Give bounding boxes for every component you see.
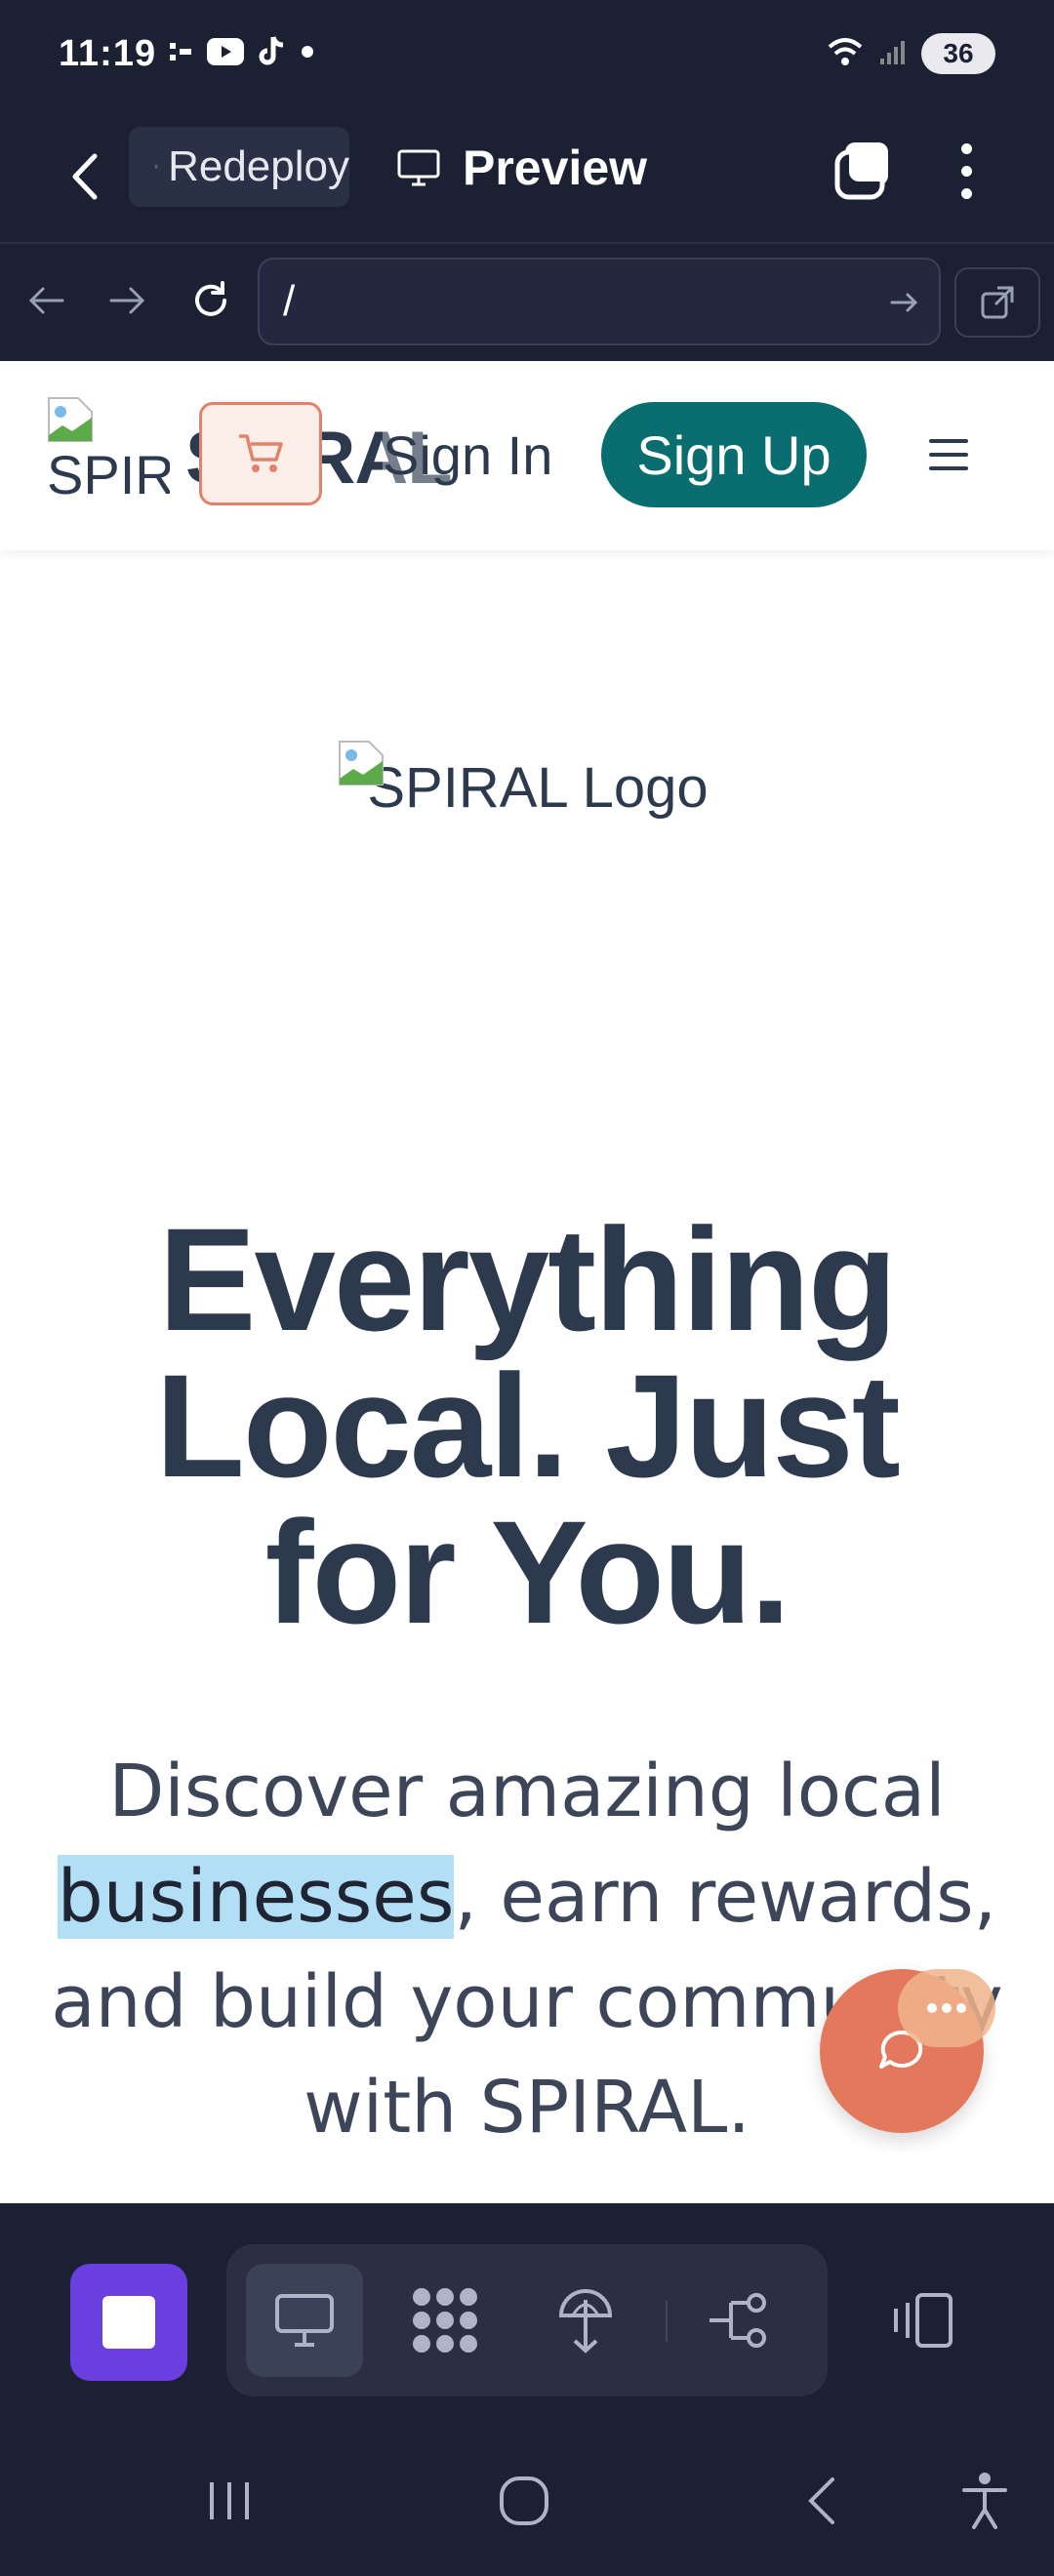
home-button[interactable]	[480, 2457, 568, 2545]
desktop-view-button[interactable]	[246, 2264, 363, 2377]
menu-line	[929, 453, 968, 457]
dot-icon	[960, 165, 972, 177]
redeploy-chip[interactable]: Redeploy	[129, 127, 349, 207]
chat-typing-bubble[interactable]	[898, 1969, 995, 2047]
status-notification-icons	[168, 35, 314, 73]
app-square-button[interactable]	[70, 2264, 187, 2381]
menu-line	[929, 466, 968, 470]
reload-button[interactable]	[182, 271, 240, 330]
share-flow-icon	[709, 2293, 766, 2348]
arrow-right-icon	[890, 293, 918, 312]
app-bar: Redeploy Preview	[0, 113, 1054, 240]
menu-line	[929, 439, 968, 443]
back-button[interactable]	[57, 142, 111, 211]
arrow-right-icon	[109, 287, 145, 314]
broken-image-icon	[339, 741, 384, 785]
headline-line: Everything	[158, 1197, 897, 1361]
browser-forward-button[interactable]	[98, 271, 156, 330]
redeploy-label: Redeploy	[168, 142, 349, 190]
monitor-icon	[397, 149, 440, 186]
view-mode-group	[226, 2244, 828, 2396]
status-time: 11:19	[59, 33, 157, 74]
system-back-button[interactable]	[777, 2457, 865, 2545]
tiktok-icon	[258, 35, 287, 73]
sign-in-link[interactable]: Sign In	[383, 423, 553, 487]
external-link-icon	[981, 286, 1014, 319]
chevron-left-icon	[72, 153, 98, 200]
accessibility-icon	[962, 2473, 1007, 2529]
open-external-button[interactable]	[954, 267, 1040, 338]
arrow-left-icon	[28, 287, 64, 314]
battery-indicator: 36	[921, 33, 995, 74]
highlighted-word: businesses	[57, 1855, 455, 1939]
deploy-button[interactable]	[527, 2264, 644, 2377]
sign-up-button[interactable]: Sign Up	[601, 402, 867, 507]
recent-apps-button[interactable]	[185, 2457, 273, 2545]
hero-headline: Everything Local. Just for You.	[59, 1206, 995, 1645]
grid-view-button[interactable]	[386, 2264, 504, 2377]
chevron-left-icon	[808, 2477, 834, 2524]
dot-icon	[301, 45, 314, 63]
desktop-icon	[275, 2294, 334, 2347]
subtext-start: Discover amazing local	[108, 1750, 946, 1833]
recent-apps-icon	[210, 2482, 249, 2519]
broken-image-icon	[48, 397, 93, 442]
bottom-toolbar	[0, 2203, 1054, 2426]
status-bar: 11:19 36	[0, 0, 1054, 113]
battery-level: 36	[943, 38, 974, 68]
site-header: SPIRAL SPIRAL Sign In Sign Up	[0, 361, 1054, 550]
system-navigation-bar	[0, 2418, 1054, 2576]
share-flow-button[interactable]	[681, 2264, 798, 2377]
tab-preview[interactable]: Preview	[396, 133, 647, 203]
device-toggle-icon	[894, 2293, 953, 2348]
tabs-button[interactable]	[830, 137, 898, 205]
device-toggle-button[interactable]	[884, 2281, 962, 2359]
dot-icon	[960, 187, 972, 199]
site-logo-alt: SPIRAL	[47, 444, 170, 505]
grid-icon	[413, 2288, 477, 2353]
tabs-icon	[834, 142, 888, 200]
home-icon	[500, 2476, 548, 2525]
deploy-icon	[558, 2289, 613, 2354]
cart-button[interactable]	[199, 402, 322, 505]
browser-back-button[interactable]	[18, 271, 76, 330]
cart-icon	[239, 434, 283, 472]
deploy-icon	[154, 164, 158, 170]
headline-line: Local. Just	[155, 1344, 901, 1508]
dot-icon	[960, 142, 972, 154]
url-text: /	[283, 277, 296, 325]
screen-record-icon	[168, 39, 193, 69]
hero-logo-alt: SPIRAL Logo	[367, 756, 709, 820]
site-logo[interactable]: SPIRAL	[47, 396, 170, 513]
url-input[interactable]: /	[258, 258, 941, 345]
hamburger-menu-button[interactable]	[929, 439, 968, 470]
status-system-icons: 36	[826, 33, 995, 74]
accessibility-button[interactable]	[941, 2457, 1029, 2545]
more-options-button[interactable]	[941, 137, 992, 205]
go-button[interactable]	[888, 281, 921, 330]
typing-dots-icon	[927, 2003, 966, 2013]
app-square-icon	[102, 2296, 155, 2349]
preview-title: Preview	[463, 141, 648, 195]
refresh-icon	[195, 281, 226, 316]
web-preview: SPIRAL SPIRAL Sign In Sign Up SPIRAL Log…	[0, 361, 1054, 2203]
wifi-icon	[826, 35, 865, 73]
hero-logo: SPIRAL Logo	[338, 740, 709, 837]
headline-line: for You.	[264, 1490, 791, 1654]
youtube-icon	[207, 38, 244, 70]
url-bar: /	[0, 242, 1054, 361]
toolbar-divider	[666, 2301, 668, 2342]
signal-icon	[878, 37, 908, 71]
